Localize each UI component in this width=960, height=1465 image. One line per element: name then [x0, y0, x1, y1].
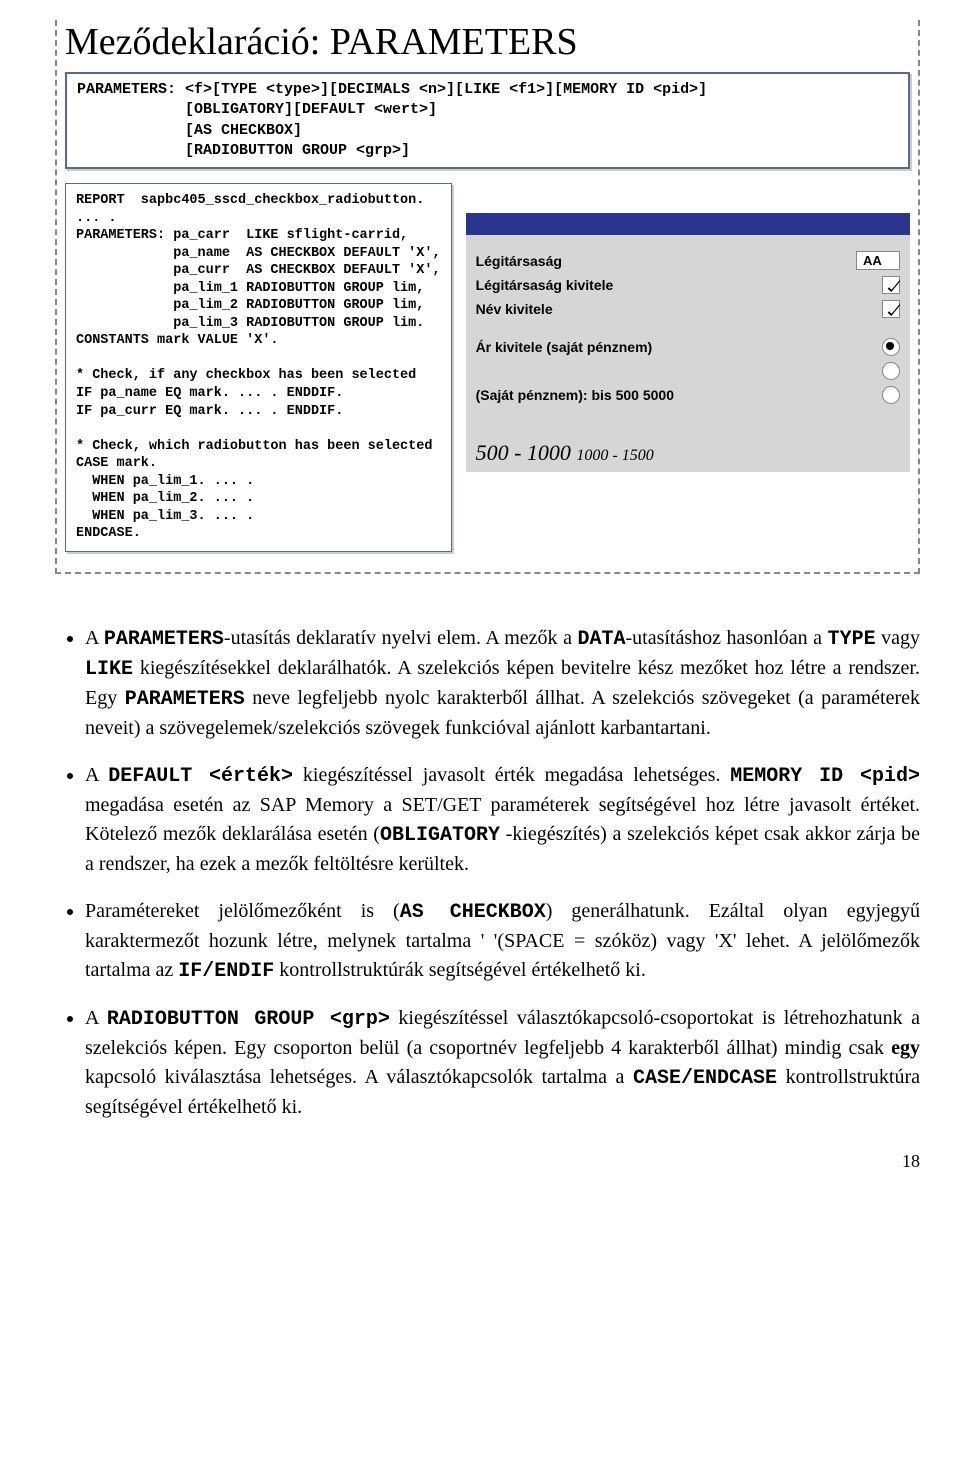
checkbox-name-output[interactable] — [882, 300, 900, 318]
bullet-3: Paramétereket jelölőmezőként is (AS CHEC… — [85, 897, 920, 986]
bullet-1: A PARAMETERS-utasítás deklaratív nyelvi … — [85, 624, 920, 743]
foot-small: 1000 - 1500 — [576, 447, 653, 464]
syntax-box: PARAMETERS: <f>[TYPE <type>][DECIMALS <n… — [65, 72, 910, 169]
range-bis: bis 500 5000 — [591, 387, 674, 403]
range-prefix: (Saját pénznem): — [476, 387, 592, 403]
foot-range: 500 - 1000 1000 - 1500 — [466, 440, 910, 472]
code-sample: REPORT sapbc405_sscd_checkbox_radiobutto… — [65, 183, 452, 552]
carrier-input[interactable]: AA — [856, 251, 900, 270]
field-label-carrier: Légitársaság — [476, 253, 856, 269]
radio-lim-1[interactable] — [882, 338, 900, 356]
sap-titlebar — [466, 213, 910, 235]
checkbox-carrier-output[interactable] — [882, 276, 900, 294]
page-title: Meződeklaráció: PARAMETERS — [65, 20, 910, 64]
radio-lim-2[interactable] — [882, 362, 900, 380]
bullet-4: A RADIOBUTTON GROUP <grp> kiegészítéssel… — [85, 1004, 920, 1122]
checkbox-label-name-output: Név kivitele — [476, 301, 882, 317]
bullet-2: A DEFAULT <érték> kiegészítéssel javasol… — [85, 761, 920, 879]
checkbox-label-carrier-output: Légitársaság kivitele — [476, 277, 882, 293]
radio-lim-3[interactable] — [882, 386, 900, 404]
radio-label-price: Ár kivitele (saját pénznem) — [476, 339, 882, 355]
page-number: 18 — [902, 1151, 920, 1172]
foot-main: 500 - 1000 — [476, 440, 577, 465]
sap-selection-screen: Légitársaság AA Légitársaság kivitele Né… — [466, 213, 910, 472]
radio-label-range: (Saját pénznem): bis 500 5000 — [476, 387, 882, 403]
